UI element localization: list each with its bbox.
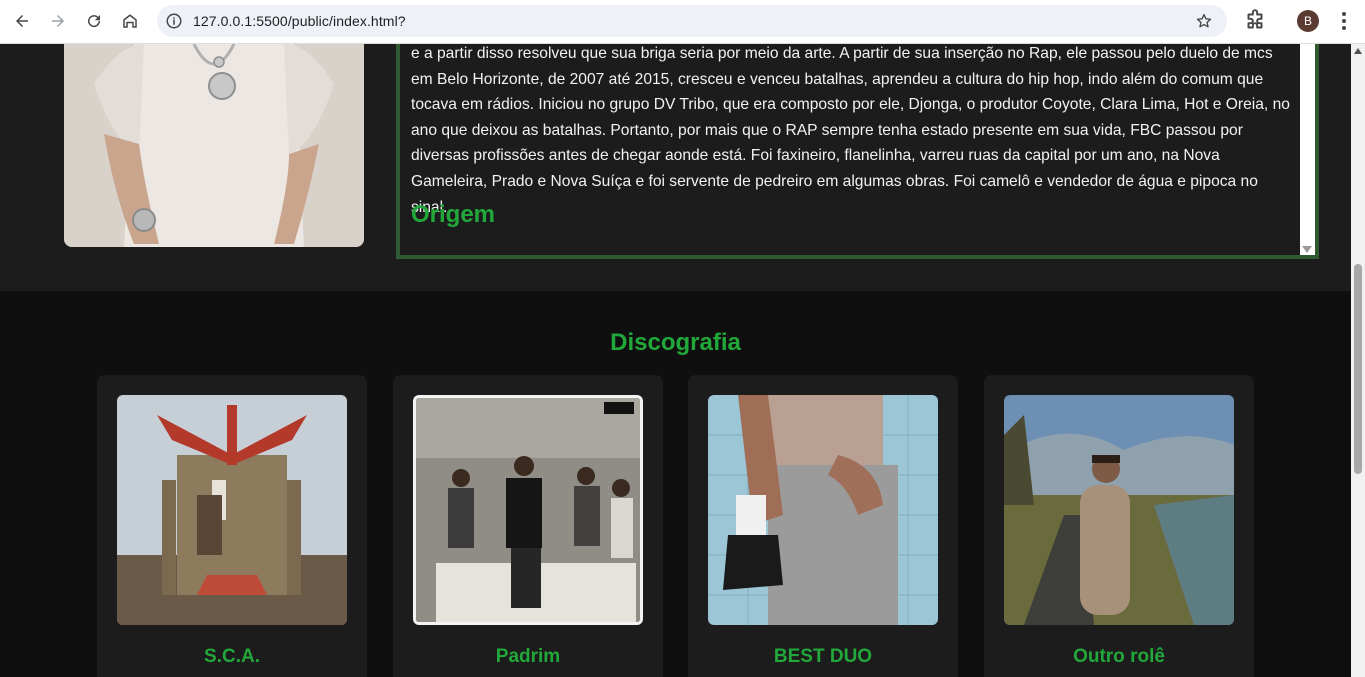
album-card-sca[interactable]: S.C.A. — [97, 375, 367, 677]
album-card-padrim[interactable]: Padrim — [393, 375, 663, 677]
album-title-sca: S.C.A. — [204, 646, 260, 667]
profile-initial: B — [1303, 14, 1312, 28]
home-icon[interactable] — [116, 7, 144, 35]
album-title-padrim: Padrim — [495, 646, 561, 667]
album-cover-best-duo — [708, 395, 938, 625]
address-bar[interactable]: 127.0.0.1:5500/public/index.html? — [157, 5, 1227, 37]
url-text[interactable]: 127.0.0.1:5500/public/index.html? — [193, 13, 406, 29]
back-icon[interactable] — [8, 7, 36, 35]
album-title-best-duo: BEST DUO — [773, 646, 873, 667]
album-title-outro-role: Outro rolê — [1073, 646, 1165, 667]
bio-scrollbar[interactable] — [1300, 44, 1315, 255]
bio-paragraph: e a partir disso resolveu que sua briga … — [411, 45, 1290, 216]
forward-icon[interactable] — [44, 7, 72, 35]
browser-toolbar: 127.0.0.1:5500/public/index.html? B — [0, 0, 1365, 44]
bookmark-star-icon[interactable] — [1195, 12, 1213, 30]
page-scrollbar[interactable] — [1351, 44, 1365, 677]
album-card-best-duo[interactable]: BEST DUO — [688, 375, 958, 677]
page-content: e a partir disso resolveu que sua briga … — [0, 44, 1351, 677]
discography-section: Discografia S.C.A. Padrim BEST DUO Outro… — [0, 291, 1351, 677]
site-info-icon[interactable] — [165, 12, 183, 30]
album-cover-sca — [117, 395, 347, 625]
bio-section: e a partir disso resolveu que sua briga … — [0, 44, 1351, 291]
discography-title: Discografia — [610, 329, 741, 356]
album-card-outro-role[interactable]: Outro rolê — [984, 375, 1254, 677]
profile-avatar[interactable]: B — [1297, 10, 1319, 32]
album-cover-outro-role — [1004, 395, 1234, 625]
bio-text-box[interactable]: e a partir disso resolveu que sua briga … — [396, 44, 1319, 259]
page-scroll-thumb[interactable] — [1354, 264, 1362, 474]
extensions-icon[interactable] — [1242, 8, 1268, 34]
album-cover-padrim — [413, 395, 643, 625]
origin-heading: Origem — [411, 201, 496, 228]
reload-icon[interactable] — [80, 7, 108, 35]
scroll-down-arrow-icon[interactable] — [1302, 246, 1312, 253]
artist-photo — [64, 44, 364, 247]
scroll-up-arrow-icon[interactable] — [1354, 48, 1362, 54]
kebab-menu-icon[interactable] — [1334, 8, 1354, 34]
